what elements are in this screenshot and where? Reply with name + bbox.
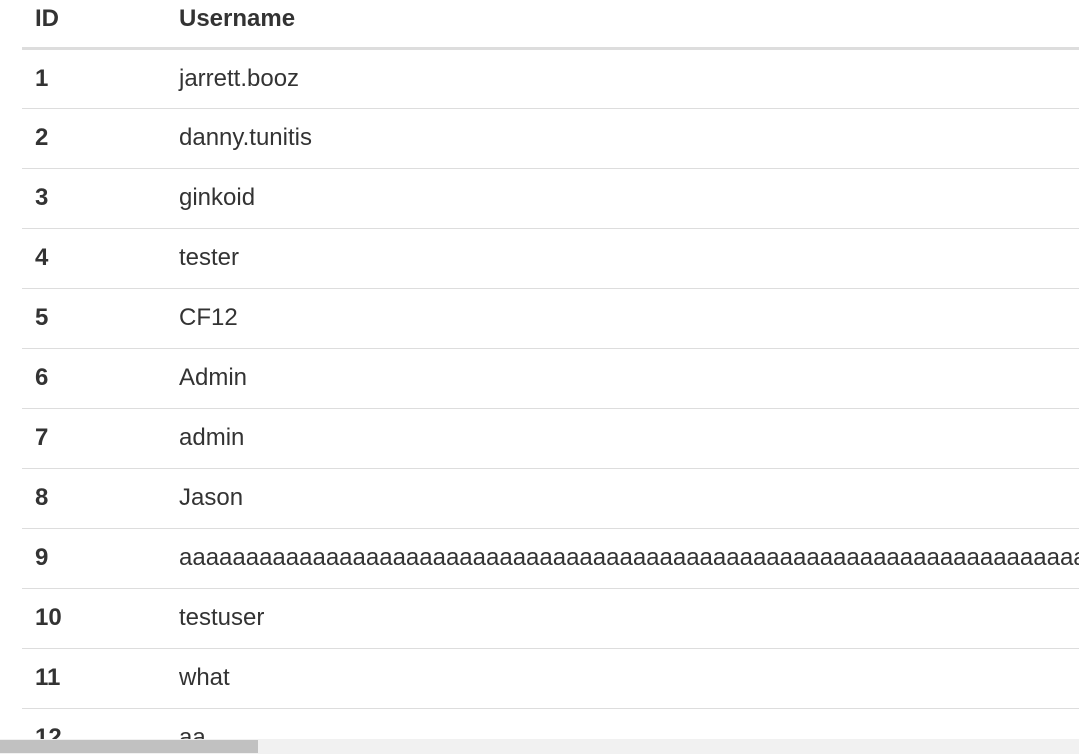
username-cell: testuser — [166, 587, 1079, 648]
username-cell: Jason — [166, 467, 1079, 528]
table-row: 8 Jason — [22, 467, 1079, 528]
table-header: ID Username — [22, 0, 1079, 50]
table-row: 6 Admin — [22, 347, 1079, 408]
username-cell: danny.tunitis — [166, 107, 1079, 168]
table-row: 2 danny.tunitis — [22, 107, 1079, 168]
users-table: ID Username 1 jarrett.booz 2 danny.tunit… — [22, 0, 1079, 739]
table-row: 11 what — [22, 647, 1079, 708]
table-row: 7 admin — [22, 407, 1079, 468]
horizontal-scrollbar[interactable] — [0, 739, 1079, 754]
column-header-id[interactable]: ID — [22, 0, 166, 50]
username-cell: aa — [166, 707, 1079, 739]
id-cell: 5 — [22, 287, 166, 348]
id-cell: 2 — [22, 107, 166, 168]
table-row: 9 aaaaaaaaaaaaaaaaaaaaaaaaaaaaaaaaaaaaaa… — [22, 527, 1079, 588]
table-body: 1 jarrett.booz 2 danny.tunitis 3 ginkoid… — [22, 48, 1079, 739]
scrollbar-thumb[interactable] — [0, 740, 258, 753]
column-header-username[interactable]: Username — [166, 0, 1079, 50]
table-row: 12 aa — [22, 707, 1079, 739]
id-cell: 9 — [22, 527, 166, 588]
username-cell: tester — [166, 227, 1079, 288]
id-cell: 3 — [22, 167, 166, 228]
id-cell: 8 — [22, 467, 166, 528]
username-cell: what — [166, 647, 1079, 708]
username-cell: jarrett.booz — [179, 64, 300, 92]
id-cell: 10 — [22, 587, 166, 648]
table-row: 3 ginkoid — [22, 167, 1079, 228]
table-row: 4 tester — [22, 227, 1079, 288]
id-cell: 11 — [22, 647, 166, 708]
id-cell: 12 — [22, 707, 166, 739]
username-cell: aaaaaaaaaaaaaaaaaaaaaaaaaaaaaaaaaaaaaaaa… — [166, 527, 1079, 588]
table-row: 10 testuser — [22, 587, 1079, 648]
table-row: 1 jarrett.booz — [22, 48, 1079, 108]
table-viewport: ID Username 1 jarrett.booz 2 danny.tunit… — [0, 0, 1079, 739]
username-cell: ginkoid — [166, 167, 1079, 228]
username-cell: CF12 — [166, 287, 1079, 348]
username-cell: Admin — [166, 347, 1079, 408]
username-cell: admin — [166, 407, 1079, 468]
id-cell: 6 — [22, 347, 166, 408]
id-cell: 7 — [22, 407, 166, 468]
table-row: 5 CF12 — [22, 287, 1079, 348]
id-cell: 1 — [35, 64, 49, 92]
id-cell: 4 — [22, 227, 166, 288]
header-row: ID Username — [22, 0, 1079, 50]
